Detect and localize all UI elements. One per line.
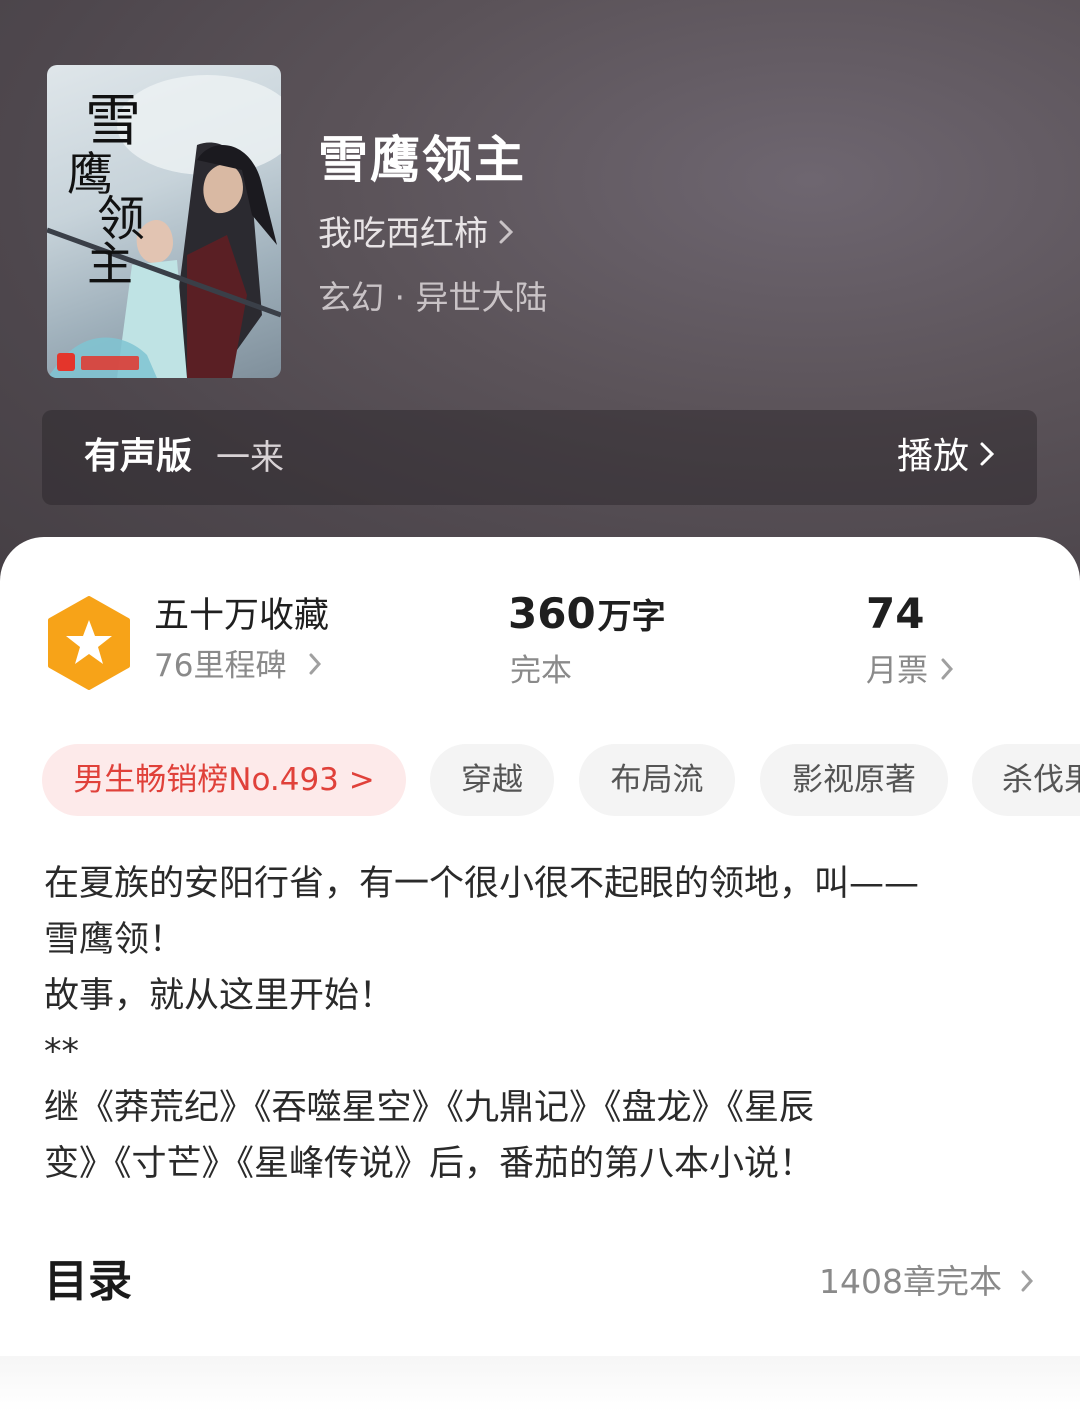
monthly-tickets-count: 74 (866, 589, 925, 638)
description-line: 故事，就从这里开始！ (44, 976, 395, 1016)
word-count: 360 万字 (508, 588, 666, 643)
star-badge-icon (46, 596, 132, 694)
chapter-summary: 1408章完本 (819, 1262, 1002, 1301)
chevron-right-icon (498, 212, 514, 256)
play-button[interactable]: 播放 (897, 434, 995, 480)
play-label: 播放 (896, 436, 969, 477)
tag-chip[interactable]: 布局流 (579, 744, 735, 816)
svg-text:主: 主 (87, 237, 133, 291)
chevron-right-icon (979, 434, 995, 480)
rank-tag[interactable]: 男生畅销榜No.493 > (42, 744, 406, 816)
tag-chip[interactable]: 杀伐果断 (972, 744, 1080, 816)
monthly-tickets-link[interactable]: 月票 (866, 650, 954, 692)
description-line: 继《莽荒纪》《吞噬星空》《九鼎记》《盘龙》《星辰 (44, 1088, 815, 1128)
tag-chip[interactable]: 穿越 (430, 744, 554, 816)
milestones-link[interactable]: 76里程碑 (154, 645, 322, 687)
chevron-right-icon (940, 650, 954, 692)
word-count-unit: 万字 (597, 597, 666, 637)
chevron-right-icon (1020, 1260, 1034, 1304)
toc-title: 目录 (44, 1256, 132, 1307)
chevron-right-icon (308, 645, 322, 687)
book-genre: 玄幻 · 异世大陆 (318, 278, 548, 317)
audio-version-bar[interactable]: 有声版 一来 播放 (42, 410, 1037, 505)
collections-count[interactable]: 五十万收藏 (154, 592, 329, 640)
description-line: 雪鹰领！ (44, 920, 185, 960)
description-line: ** (44, 1032, 79, 1072)
toc-link[interactable]: 1408章完本 (819, 1260, 1034, 1304)
milestones-count: 76里程碑 (154, 648, 287, 684)
author-name: 我吃西红柿 (318, 214, 488, 254)
completion-status: 完本 (510, 653, 572, 689)
description-line: 在夏族的安阳行省，有一个很小很不起眼的领地，叫—— (44, 864, 920, 904)
tag-chip[interactable]: 影视原著 (760, 744, 948, 816)
audio-narrator: 一来 (216, 438, 284, 478)
tag-list: 男生畅销榜No.493 > 穿越 布局流 影视原著 杀伐果断 (42, 744, 1080, 816)
description-line: 变》《寸芒》《星峰传说》后，番茄的第八本小说！ (44, 1144, 815, 1184)
book-title: 雪鹰领主 (318, 130, 526, 189)
author-link[interactable]: 我吃西红柿 (318, 212, 514, 256)
word-count-number: 360 (508, 589, 596, 638)
book-cover[interactable]: 雪 鹰 领 主 (47, 65, 281, 378)
audio-version-label: 有声版 (84, 436, 193, 477)
monthly-tickets-label: 月票 (866, 653, 928, 689)
section-divider (0, 1356, 1080, 1412)
svg-text:雪: 雪 (85, 89, 141, 154)
book-description[interactable]: 在夏族的安阳行省，有一个很小很不起眼的领地，叫—— 雪鹰领！ 故事，就从这里开始… (44, 856, 1034, 1192)
